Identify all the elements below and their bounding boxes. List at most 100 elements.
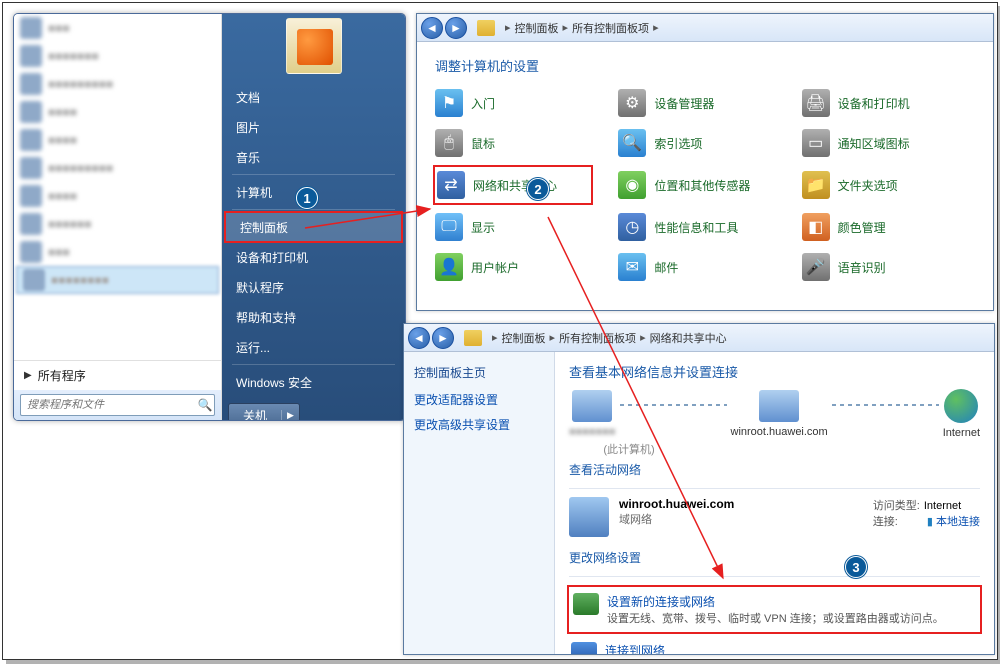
divider — [569, 488, 980, 489]
recent-item[interactable]: ■■■ — [14, 238, 221, 266]
active-network-name: winroot.huawei.com — [619, 497, 873, 511]
main-panel: 查看基本网络信息并设置连接 ■■■■■■■ winroot.huawei.com… — [554, 352, 994, 654]
breadcrumb-segment[interactable]: 所有控制面板项 — [559, 330, 636, 346]
access-type-value: Internet — [924, 500, 961, 512]
folder-icon — [477, 20, 495, 36]
search-icon[interactable]: 🔍 — [196, 398, 214, 412]
control-panel-window: ◄ ► ▸ 控制面板 ▸ 所有控制面板项 ▸ 调整计算机的设置 ⚑入门 ⚙设备管… — [416, 13, 994, 311]
side-title[interactable]: 控制面板主页 — [414, 364, 544, 381]
shutdown-dropdown-icon[interactable]: ▶ — [281, 410, 299, 421]
side-link-adapter[interactable]: 更改适配器设置 — [414, 391, 544, 408]
all-programs-button[interactable]: ▶ 所有程序 — [14, 360, 221, 390]
nav-back-button[interactable]: ◄ — [408, 327, 430, 349]
breadcrumb-segment[interactable]: 控制面板 — [502, 330, 546, 346]
cp-item-device-manager[interactable]: ⚙设备管理器 — [618, 89, 791, 117]
chip-icon: ⚙ — [618, 89, 646, 117]
search-row: 🔍 — [14, 390, 221, 420]
step-badge-1: 1 — [296, 187, 318, 209]
breadcrumb-segment[interactable]: 网络和共享中心 — [650, 330, 727, 346]
all-programs-label: 所有程序 — [38, 367, 86, 384]
task-connect-network[interactable]: 连接到网络 连接到或重新连接到无线、有线、拨号或 VPN 网络连接。 — [569, 638, 980, 654]
shutdown-button[interactable]: 关机 ▶ — [228, 403, 300, 421]
node-domain[interactable]: winroot.huawei.com — [731, 390, 828, 438]
recent-item[interactable]: ■■■■■■■■■ — [14, 70, 221, 98]
chevron-right-icon: ▸ — [640, 331, 646, 344]
connection-line — [832, 404, 939, 406]
system-links-list: 文档 图片 音乐 计算机 控制面板 设备和打印机 默认程序 帮助和支持 运行..… — [222, 82, 405, 397]
location-icon: ◉ — [618, 171, 646, 199]
user-icon: 👤 — [435, 253, 463, 281]
recent-programs-list: ■■■ ■■■■■■■ ■■■■■■■■■ ■■■■ ■■■■ ■■■■■■■■… — [14, 14, 221, 360]
connection-label: 连接: — [873, 513, 921, 529]
cp-item-mouse[interactable]: 🖱鼠标 — [435, 129, 608, 157]
folder-icon: 📁 — [802, 171, 830, 199]
side-panel: 控制面板主页 更改适配器设置 更改高级共享设置 — [404, 352, 554, 654]
recent-item[interactable]: ■■■■ — [14, 126, 221, 154]
chevron-right-icon: ▸ — [505, 21, 511, 34]
tray-icon: ▭ — [802, 129, 830, 157]
cp-item-speech[interactable]: 🎤语音识别 — [802, 253, 975, 281]
connection-link[interactable]: 本地连接 — [936, 516, 980, 528]
menu-item-music[interactable]: 音乐 — [222, 142, 405, 172]
chevron-right-icon: ▸ — [563, 21, 569, 34]
section-heading-change: 更改网络设置 — [569, 549, 980, 566]
flag-icon: ⚑ — [435, 89, 463, 117]
cp-item-notification-area[interactable]: ▭通知区域图标 — [802, 129, 975, 157]
cp-item-network-sharing[interactable]: ⇄网络和共享中心 — [433, 165, 593, 205]
node-internet[interactable]: Internet — [943, 389, 980, 439]
nav-back-button[interactable]: ◄ — [421, 17, 443, 39]
user-picture[interactable] — [286, 18, 342, 74]
recent-item[interactable]: ■■■ — [14, 14, 221, 42]
task-desc: 设置无线、宽带、拨号、临时或 VPN 连接；或设置路由器或访问点。 — [607, 610, 944, 626]
cp-item-folder-options[interactable]: 📁文件夹选项 — [802, 169, 975, 201]
recent-item[interactable]: ■■■■ — [14, 98, 221, 126]
menu-item-help[interactable]: 帮助和支持 — [222, 302, 405, 332]
connect-network-icon — [571, 642, 597, 654]
menu-item-pictures[interactable]: 图片 — [222, 112, 405, 142]
breadcrumb-segment[interactable]: 所有控制面板项 — [572, 20, 649, 36]
menu-item-default-programs[interactable]: 默认程序 — [222, 272, 405, 302]
side-link-sharing[interactable]: 更改高级共享设置 — [414, 416, 544, 433]
gauge-icon: ◷ — [618, 213, 646, 241]
recent-item[interactable]: ■■■■■■■ — [14, 42, 221, 70]
cp-item-display[interactable]: 🖵显示 — [435, 213, 608, 241]
recent-item[interactable]: ■■■■ — [14, 182, 221, 210]
connection-line — [620, 404, 727, 406]
chevron-right-icon: ▸ — [492, 331, 498, 344]
task-setup-connection[interactable]: 设置新的连接或网络 设置无线、宽带、拨号、临时或 VPN 连接；或设置路由器或访… — [567, 585, 982, 634]
recent-item[interactable]: ■■■■■■ — [14, 210, 221, 238]
cp-item-devices-printers[interactable]: 🖨设备和打印机 — [802, 89, 975, 117]
cp-item-getting-started[interactable]: ⚑入门 — [435, 89, 608, 117]
cp-item-performance[interactable]: ◷性能信息和工具 — [618, 213, 791, 241]
folder-icon — [464, 330, 482, 346]
nav-forward-button[interactable]: ► — [445, 17, 467, 39]
chevron-right-icon: ▸ — [653, 21, 659, 34]
menu-item-devices-printers[interactable]: 设备和打印机 — [222, 242, 405, 272]
address-bar: ◄ ► ▸ 控制面板 ▸ 所有控制面板项 ▸ — [417, 14, 993, 42]
node-this-pc[interactable]: ■■■■■■■ — [569, 390, 616, 438]
recent-item[interactable]: ■■■■■■■■■ — [14, 154, 221, 182]
nav-forward-button[interactable]: ► — [432, 327, 454, 349]
this-computer-label: (此计算机) — [569, 441, 689, 457]
menu-item-documents[interactable]: 文档 — [222, 82, 405, 112]
divider — [569, 576, 980, 577]
menu-item-run[interactable]: 运行... — [222, 332, 405, 362]
cp-item-indexing[interactable]: 🔍索引选项 — [618, 129, 791, 157]
page-title: 调整计算机的设置 — [435, 56, 975, 75]
menu-divider — [232, 364, 395, 365]
cp-item-location-sensors[interactable]: ◉位置和其他传感器 — [618, 169, 791, 201]
menu-item-control-panel[interactable]: 控制面板 — [224, 211, 403, 243]
mic-icon: 🎤 — [802, 253, 830, 281]
menu-divider — [232, 209, 395, 210]
cp-item-user-accounts[interactable]: 👤用户帐户 — [435, 253, 608, 281]
breadcrumb-segment[interactable]: 控制面板 — [515, 20, 559, 36]
printer-icon: 🖨 — [802, 89, 830, 117]
cp-item-color-mgmt[interactable]: ◧颜色管理 — [802, 213, 975, 241]
search-box[interactable]: 🔍 — [20, 394, 215, 416]
control-panel-grid: ⚑入门 ⚙设备管理器 🖨设备和打印机 🖱鼠标 🔍索引选项 ▭通知区域图标 ⇄网络… — [435, 89, 975, 281]
search-input[interactable] — [21, 399, 196, 411]
cp-item-mail[interactable]: ✉邮件 — [618, 253, 791, 281]
menu-item-windows-security[interactable]: Windows 安全 — [222, 367, 405, 397]
mail-icon: ✉ — [618, 253, 646, 281]
recent-item-selected[interactable]: ■■■■■■■■ — [16, 266, 219, 294]
